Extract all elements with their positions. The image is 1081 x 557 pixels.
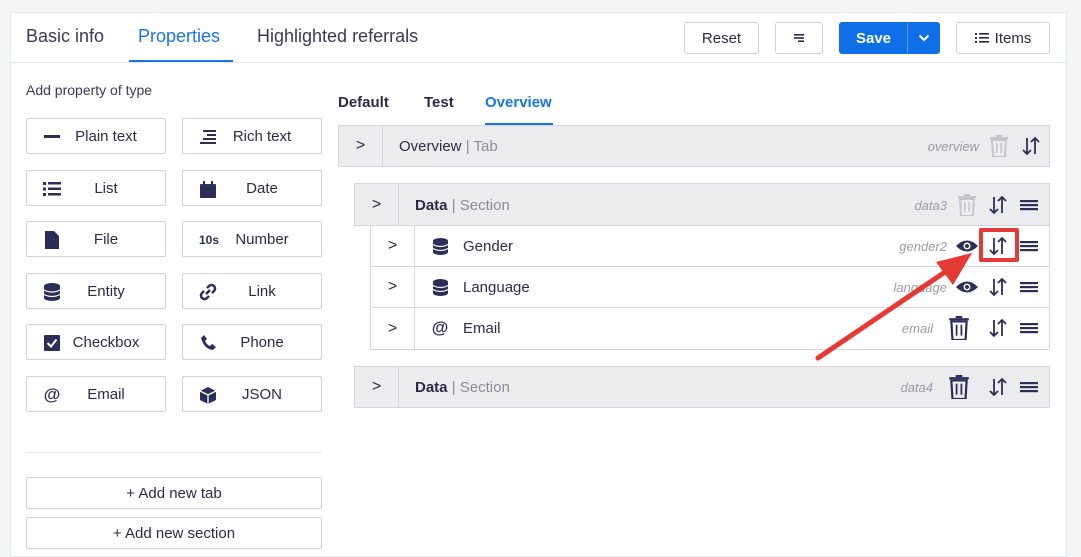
sub-tab-test[interactable]: Test [424,94,454,111]
save-options-button[interactable] [907,22,940,54]
section-row-key: data3 [914,198,947,213]
reorder-arrows-icon[interactable] [986,193,1010,217]
top-tab-properties[interactable]: Properties [138,26,220,47]
type-date-button[interactable]: Date [182,170,322,206]
field-key: email [901,321,933,336]
drag-handle-icon[interactable] [1017,316,1041,340]
drag-handle-icon[interactable] [1017,275,1041,299]
type-file-button[interactable]: File [26,221,166,257]
items-button[interactable]: Items [956,22,1050,54]
tab-row-overview: > Overview | Tab overview [338,125,1050,167]
add-new-tab-button[interactable]: + Add new tab [26,477,322,509]
add-new-section-button[interactable]: + Add new section [26,517,322,549]
field-name: Language [463,279,530,296]
section-row-title: Data | Section [415,197,510,214]
left-divider [26,452,322,453]
expand-chevron-icon[interactable]: > [371,226,415,266]
reset-label: Reset [701,29,742,47]
type-list-button[interactable]: List [26,170,166,206]
reorder-arrows-icon[interactable] [986,275,1010,299]
tab-row-title: Overview | Tab [399,138,498,155]
sub-tab-default[interactable]: Default [338,94,389,111]
expand-chevron-icon[interactable]: > [339,126,383,166]
delete-icon[interactable] [987,134,1011,158]
tab-row-key: overview [927,139,979,154]
field-row-language: > Language language [370,267,1050,308]
save-label: Save [855,29,892,47]
top-tab-highlighted-referrals[interactable]: Highlighted referrals [257,26,418,47]
expand-chevron-icon[interactable]: > [355,184,399,225]
sort-lines-icon [794,34,804,42]
type-email-button[interactable]: @ Email [26,376,166,412]
type-plain-text-button[interactable]: Plain text [26,118,166,154]
type-checkbox-button[interactable]: Checkbox [26,324,166,360]
type-link-button[interactable]: Link [182,273,322,309]
save-button[interactable]: Save [839,22,908,54]
at-icon: @ [431,318,449,337]
expand-chevron-icon[interactable]: > [371,267,415,307]
reset-button[interactable]: Reset [684,22,759,54]
delete-icon[interactable] [955,193,979,217]
delete-icon[interactable] [947,375,971,399]
sort-lines-button[interactable] [775,22,823,54]
field-row-gender: > Gender gender2 [370,226,1050,267]
section-row-key: data4 [900,380,933,395]
top-tab-basic-info[interactable]: Basic info [26,26,104,47]
section-row-data4: > Data | Section data4 [354,366,1050,408]
expand-chevron-icon[interactable]: > [355,367,399,407]
reorder-arrows-icon[interactable] [986,234,1010,258]
type-entity-button[interactable]: Entity [26,273,166,309]
field-row-email: > @ Email email [370,308,1050,350]
type-phone-button[interactable]: Phone [182,324,322,360]
sub-tab-overview[interactable]: Overview [485,94,552,111]
top-divider [10,62,1067,63]
section-row-data3: > Data | Section data3 [354,183,1050,226]
reorder-arrows-icon[interactable] [986,316,1010,340]
type-json-button[interactable]: JSON [182,376,322,412]
eye-icon[interactable] [955,275,979,299]
list-icon [974,33,989,43]
drag-handle-icon[interactable] [1017,234,1041,258]
reorder-arrows-icon[interactable] [1019,134,1043,158]
items-label: Items [994,29,1032,47]
reorder-arrows-icon[interactable] [986,375,1010,399]
drag-handle-icon[interactable] [1017,375,1041,399]
eye-icon[interactable] [955,234,979,258]
delete-icon[interactable] [947,316,971,340]
database-icon [431,278,449,296]
field-key: language [893,280,948,295]
field-name: Gender [463,238,514,255]
expand-chevron-icon[interactable]: > [371,308,415,349]
chevron-down-icon [918,34,929,42]
drag-handle-icon[interactable] [1017,193,1041,217]
section-row-title: Data | Section [415,379,510,396]
type-number-button[interactable]: 10s Number [182,221,322,257]
type-rich-text-button[interactable]: Rich text [182,118,322,154]
field-key: gender2 [899,239,947,254]
database-icon [431,237,449,255]
add-property-label: Add property of type [26,82,153,98]
field-name: Email [463,320,501,337]
